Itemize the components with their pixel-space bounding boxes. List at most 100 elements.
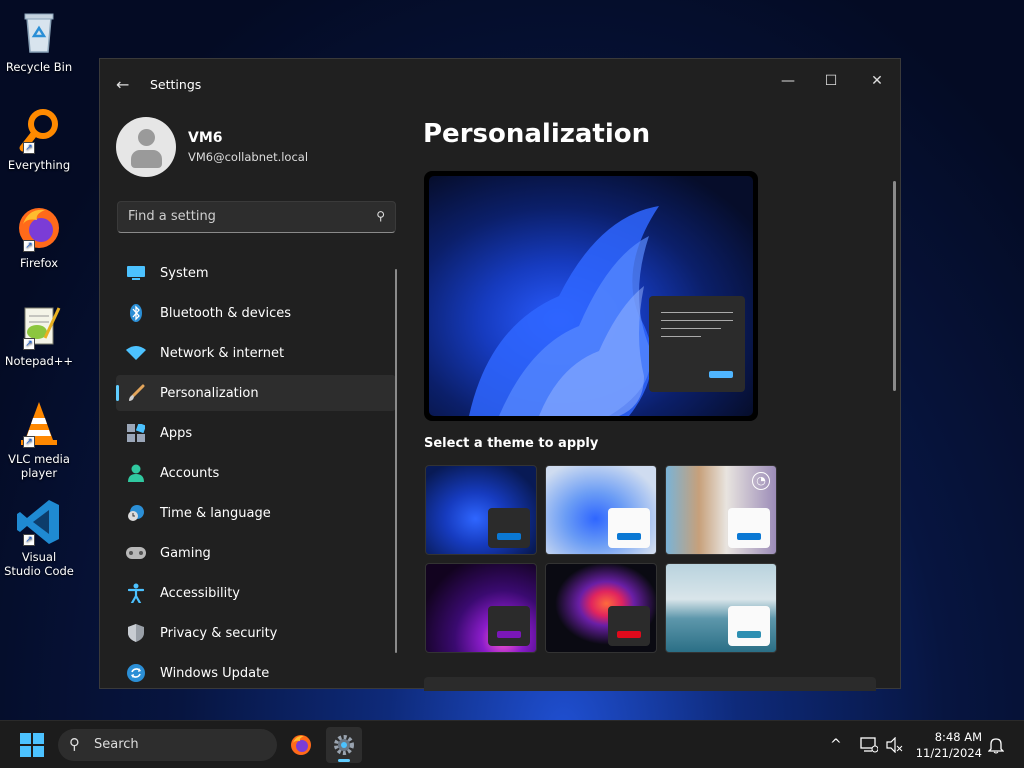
preview-dialog-window <box>649 296 745 392</box>
desktop-icon-firefox[interactable]: ↗ Firefox <box>4 204 74 270</box>
sidebar-item-personalization[interactable]: Personalization <box>116 375 396 411</box>
title-bar[interactable]: ← Settings — ☐ ✕ <box>100 59 900 109</box>
firefox-icon <box>291 735 311 755</box>
theme-mini-window <box>608 606 650 646</box>
sidebar-item-privacy-security[interactable]: Privacy & security <box>116 615 396 651</box>
theme-grid: ◔ <box>425 465 777 653</box>
theme-accent-bar <box>617 533 641 540</box>
theme-mini-window <box>488 606 530 646</box>
sidebar-nav: System Bluetooth & devices Network & int… <box>116 255 396 695</box>
theme-mini-window <box>728 508 770 548</box>
desktop-icon-label: Everything <box>7 158 71 172</box>
main-scrollbar[interactable] <box>893 181 896 391</box>
windows-logo-tile <box>33 746 44 757</box>
sidebar-item-label: Accounts <box>160 465 220 481</box>
sidebar-scrollbar[interactable] <box>395 269 397 653</box>
shield-icon <box>126 623 146 643</box>
theme-mini-window <box>608 508 650 548</box>
shortcut-arrow-icon: ↗ <box>23 534 35 546</box>
close-button[interactable]: ✕ <box>854 65 900 97</box>
sidebar-item-apps[interactable]: Apps <box>116 415 396 451</box>
settings-window: ← Settings — ☐ ✕ VM6 VM6@collabnet.local… <box>99 58 901 691</box>
desktop-icon-vscode[interactable]: ↗ Visual Studio Code <box>4 498 74 578</box>
wallpaper-preview-image <box>429 176 753 416</box>
theme-tile-windows-dark[interactable] <box>425 465 537 555</box>
start-button[interactable] <box>20 733 44 757</box>
search-icon: ⚲ <box>376 209 385 223</box>
theme-tile-sunrise[interactable] <box>665 563 777 653</box>
windows-logo-tile <box>33 733 44 744</box>
search-placeholder: Find a setting <box>128 209 216 224</box>
maximize-button[interactable]: ☐ <box>808 65 854 97</box>
sidebar-item-bluetooth[interactable]: Bluetooth & devices <box>116 295 396 331</box>
sidebar-item-label: Accessibility <box>160 585 240 601</box>
theme-section-heading: Select a theme to apply <box>424 436 599 451</box>
user-profile[interactable]: VM6 VM6@collabnet.local <box>116 117 308 177</box>
theme-accent-bar <box>737 631 761 638</box>
update-sync-icon <box>126 663 146 683</box>
theme-accent-bar <box>497 533 521 540</box>
theme-tile-captured-motion[interactable]: ◔ <box>665 465 777 555</box>
sidebar-item-system[interactable]: System <box>116 255 396 291</box>
vscode-icon: ↗ <box>15 498 63 546</box>
app-title: Settings <box>150 77 202 92</box>
sidebar-item-network[interactable]: Network & internet <box>116 335 396 371</box>
taskbar-settings[interactable] <box>326 727 362 763</box>
clock-date: 11/21/2024 <box>915 746 982 760</box>
sidebar-item-gaming[interactable]: Gaming <box>116 535 396 571</box>
search-input[interactable]: Find a setting ⚲ <box>117 201 396 233</box>
preview-text-line <box>661 328 721 329</box>
bluetooth-icon <box>126 303 146 323</box>
profile-name: VM6 <box>188 130 223 146</box>
windows-logo-tile <box>20 746 31 757</box>
sidebar-item-accounts[interactable]: Accounts <box>116 455 396 491</box>
active-app-indicator <box>338 759 350 762</box>
search-icon: ⚲ <box>69 735 80 753</box>
desktop-icon-vlc[interactable]: ↗ VLC media player <box>4 400 74 480</box>
notepad-plus-plus-icon: ↗ <box>15 302 63 350</box>
taskbar-firefox[interactable] <box>283 727 319 763</box>
account-person-icon <box>126 463 146 483</box>
theme-tile-flow[interactable] <box>545 563 657 653</box>
minimize-button[interactable]: — <box>765 65 811 97</box>
theme-mini-window <box>728 606 770 646</box>
vlc-cone-icon: ↗ <box>15 400 63 448</box>
wifi-icon <box>126 343 146 363</box>
theme-tile-windows-light[interactable] <box>545 465 657 555</box>
theme-mini-window <box>488 508 530 548</box>
volume-muted-icon[interactable] <box>886 721 904 768</box>
desktop-icon-label: VLC media player <box>8 452 70 480</box>
theme-tile-glow[interactable] <box>425 563 537 653</box>
shortcut-arrow-icon: ↗ <box>23 142 35 154</box>
desktop-icon-recycle-bin[interactable]: Recycle Bin <box>4 8 74 74</box>
system-clock[interactable]: 8:48 AM 11/21/2024 <box>912 729 982 761</box>
show-hidden-icons-chevron-icon[interactable]: ^ <box>830 721 842 768</box>
sidebar-item-label: Bluetooth & devices <box>160 305 291 321</box>
back-arrow-icon[interactable]: ← <box>116 75 134 94</box>
system-monitor-icon <box>126 263 146 283</box>
avatar-body-shape <box>131 150 162 168</box>
preview-text-line <box>661 320 733 321</box>
gear-icon <box>334 735 354 755</box>
taskbar: ⚲ Search ^ 8:48 AM 11/21/2024 <box>0 720 1024 768</box>
sidebar-item-time-language[interactable]: Time & language <box>116 495 396 531</box>
theme-accent-bar <box>497 631 521 638</box>
profile-email: VM6@collabnet.local <box>188 150 309 164</box>
desktop-icon-everything[interactable]: ↗ Everything <box>4 106 74 172</box>
sidebar-item-windows-update[interactable]: Windows Update <box>116 655 396 691</box>
sidebar-item-accessibility[interactable]: Accessibility <box>116 575 396 611</box>
taskbar-search[interactable]: ⚲ Search <box>58 729 277 761</box>
sidebar-item-label: System <box>160 265 209 281</box>
accessibility-icon <box>126 583 146 603</box>
sidebar-item-label: Privacy & security <box>160 625 278 641</box>
sidebar-item-label: Personalization <box>160 385 259 401</box>
desktop-icon-label: Firefox <box>19 256 59 270</box>
network-icon[interactable] <box>860 721 878 768</box>
sidebar-item-label: Time & language <box>160 505 271 521</box>
paintbrush-icon <box>126 383 146 403</box>
everything-search-icon: ↗ <box>15 106 63 154</box>
avatar[interactable] <box>116 117 176 177</box>
sidebar-item-label: Apps <box>160 425 193 441</box>
desktop-icon-notepadpp[interactable]: ↗ Notepad++ <box>4 302 74 368</box>
notification-bell-icon[interactable] <box>988 721 1004 768</box>
